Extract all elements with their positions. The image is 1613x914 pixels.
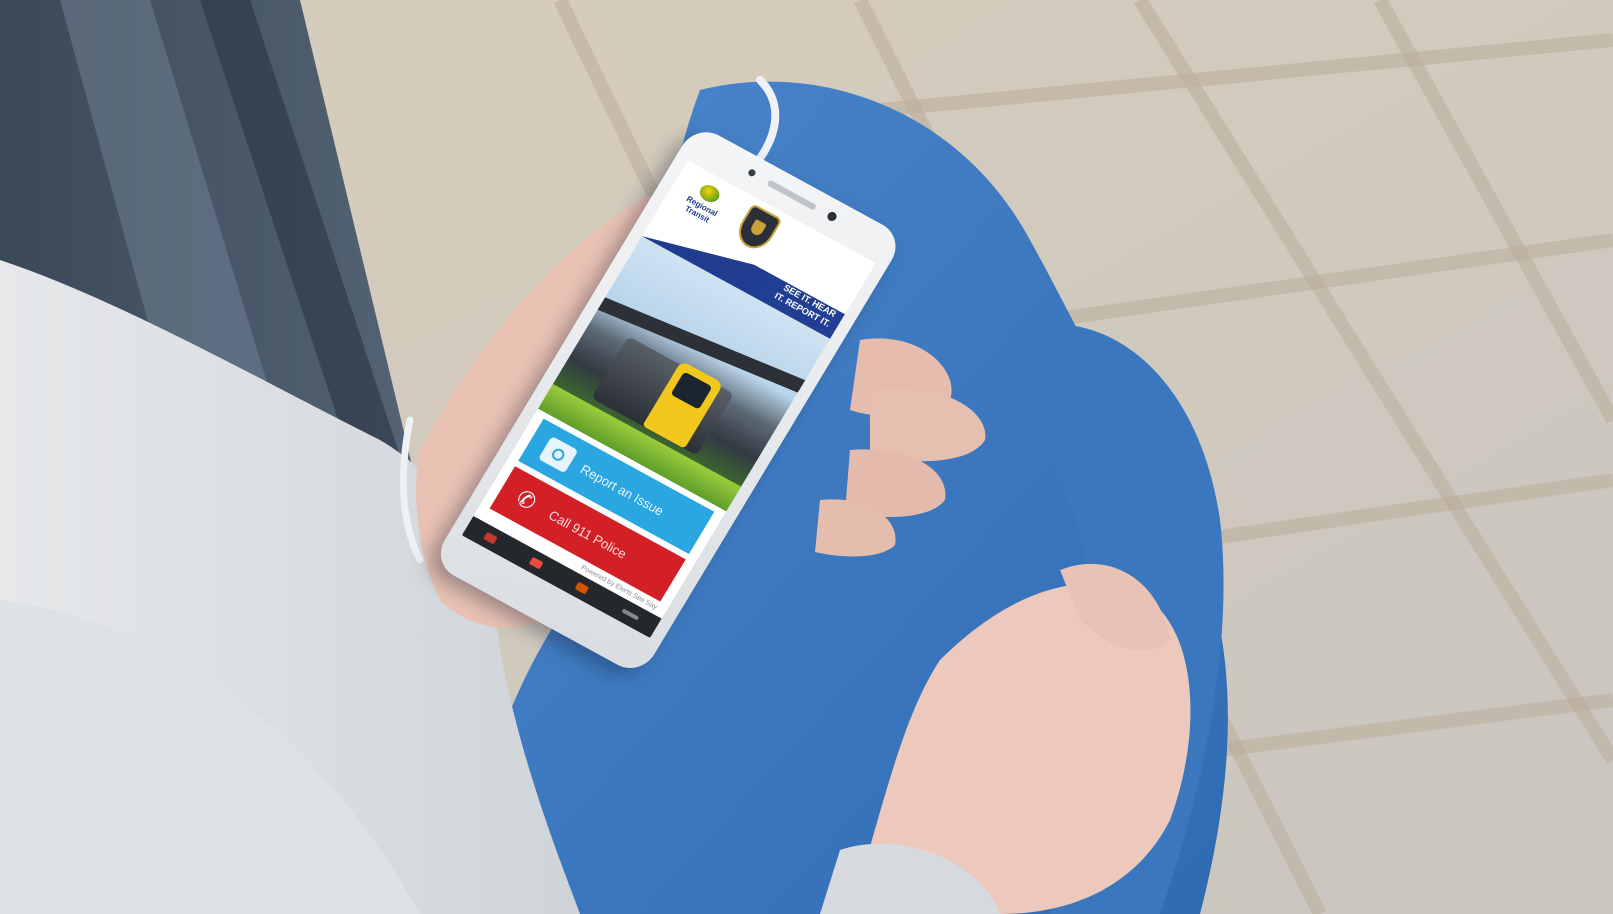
camera-icon bbox=[538, 436, 579, 474]
sensor-icon bbox=[825, 210, 839, 223]
tab-home-icon[interactable] bbox=[483, 531, 498, 545]
speaker-grille bbox=[766, 179, 818, 211]
tab-more-icon[interactable] bbox=[621, 608, 640, 621]
tab-phone-icon[interactable] bbox=[528, 556, 544, 570]
transit-logo: Regional Transit bbox=[670, 174, 737, 234]
phone-icon: ✆ bbox=[511, 484, 542, 516]
front-camera-icon bbox=[747, 168, 757, 178]
police-badge-icon bbox=[731, 203, 783, 255]
photo-scene: Regional Transit SEE IT. HEAR IT. REPORT… bbox=[0, 0, 1613, 914]
tab-alert-icon[interactable] bbox=[574, 581, 590, 595]
background-photo bbox=[0, 0, 1613, 914]
